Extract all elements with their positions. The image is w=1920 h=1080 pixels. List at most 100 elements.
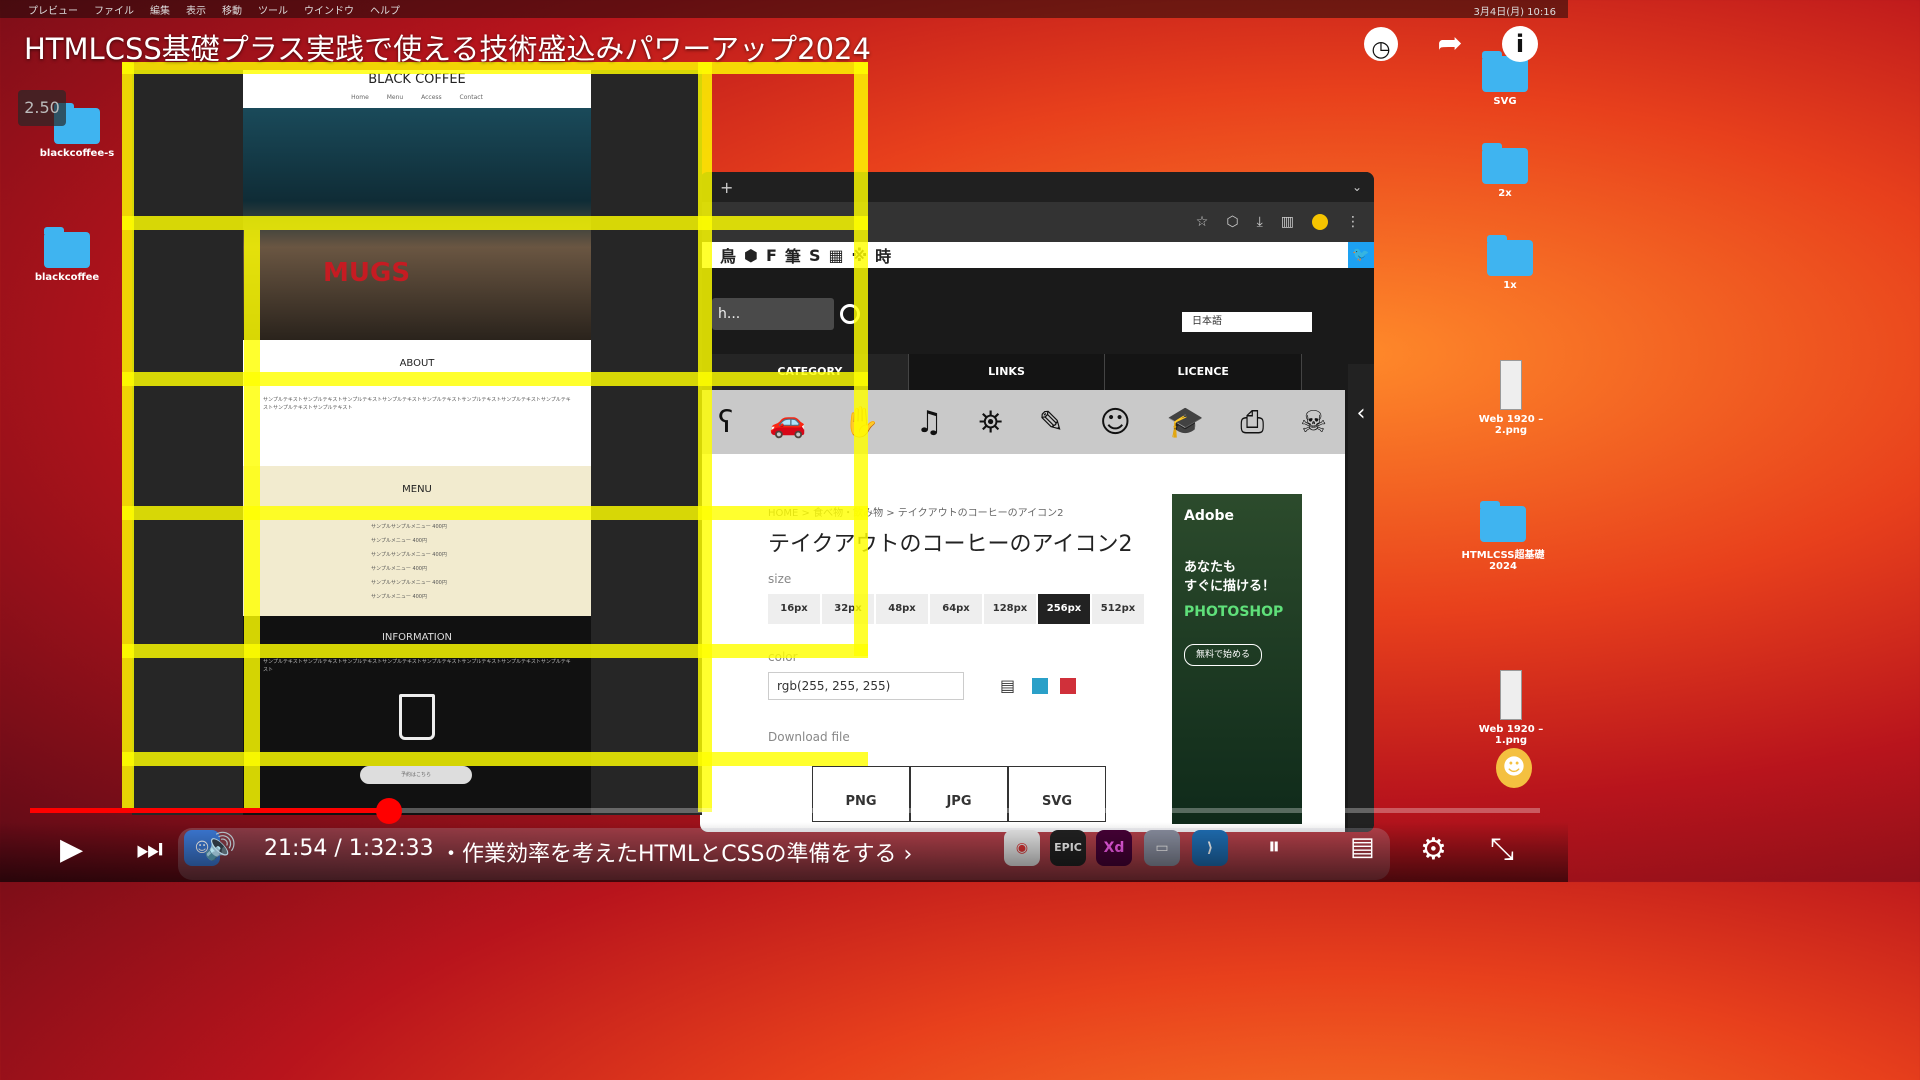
format-jpg[interactable]: JPG bbox=[910, 766, 1008, 822]
grid-line bbox=[122, 644, 868, 658]
menu-item[interactable]: 編集 bbox=[150, 2, 170, 17]
menu-item[interactable]: プレビュー bbox=[28, 2, 78, 17]
grid-line bbox=[698, 62, 712, 812]
grid-line bbox=[122, 372, 868, 386]
face-icon[interactable]: ☺ bbox=[1100, 405, 1131, 440]
lighthouse-icon[interactable]: ⛯ bbox=[979, 405, 1003, 440]
desktop-item-label: Web 1920 – 1.png bbox=[1478, 724, 1544, 746]
bookmark-icon[interactable]: ▦ bbox=[828, 246, 843, 265]
image-file-icon bbox=[1500, 360, 1522, 410]
video-progress-bar[interactable] bbox=[30, 798, 1540, 824]
profile-avatar[interactable] bbox=[1312, 214, 1328, 230]
new-tab-button[interactable]: + bbox=[720, 178, 733, 197]
printer-icon[interactable]: ⎙ bbox=[1240, 405, 1264, 440]
grid-line bbox=[122, 216, 868, 230]
progress-fill bbox=[30, 808, 390, 813]
desktop-folder[interactable]: blackcoffee bbox=[22, 227, 112, 283]
browser-window: + ⌄ ☆ ⬡ ⤓ ▥ ⋮ 鳥 ⬢ F 筆 S ▦ ※ 時 🐦 h... 日本語… bbox=[700, 172, 1374, 832]
sidepanel-icon[interactable]: ▥ bbox=[1281, 214, 1294, 230]
ad-banner[interactable]: Adobe あなたも すぐに描ける！ PHOTOSHOP 無料で始める bbox=[1172, 494, 1302, 824]
video-title: HTMLCSS基礎プラス実践で使える技術盛込みパワーアップ2024 bbox=[24, 32, 871, 66]
chevron-down-icon[interactable]: ⌄ bbox=[1352, 180, 1362, 194]
autoplay-toggle[interactable]: ⏸ bbox=[1268, 832, 1280, 860]
info-icon[interactable]: i bbox=[1502, 26, 1538, 62]
car-icon[interactable]: 🚗 bbox=[769, 405, 806, 440]
download-icon[interactable]: ⤓ bbox=[1257, 214, 1263, 230]
play-icon[interactable]: ▶ bbox=[60, 832, 83, 867]
twitter-icon[interactable]: 🐦 bbox=[1348, 242, 1374, 268]
menu-item[interactable]: ヘルプ bbox=[370, 2, 400, 17]
chapter-title[interactable]: ・作業効率を考えたHTMLとCSSの準備をする › bbox=[440, 836, 912, 868]
menu-item[interactable]: 表示 bbox=[186, 2, 206, 17]
palette-icon[interactable]: ▤ bbox=[1000, 676, 1015, 695]
coffee-cup-icon bbox=[399, 694, 435, 740]
color-swatch[interactable] bbox=[1032, 678, 1048, 694]
nav-licence[interactable]: LICENCE bbox=[1105, 354, 1303, 390]
color-input[interactable]: rgb(255, 255, 255) bbox=[768, 672, 964, 700]
mock-info-text: サンプルテキストサンプルテキストサンプルテキストサンプルテキストサンプルテキスト… bbox=[263, 659, 571, 673]
desktop-item-label: blackcoffee-s bbox=[39, 148, 115, 159]
size-option[interactable]: 64px bbox=[930, 594, 982, 624]
skull-icon[interactable]: ☠ bbox=[1300, 405, 1327, 440]
star-icon[interactable]: ☆ bbox=[1196, 214, 1209, 230]
bookmark-icon[interactable]: ⬢ bbox=[744, 246, 758, 265]
bookmark-icon[interactable]: F bbox=[766, 246, 777, 265]
folder-icon bbox=[44, 227, 90, 268]
size-option-selected[interactable]: 256px bbox=[1038, 594, 1090, 624]
desktop-file[interactable]: Web 1920 – 2.png bbox=[1466, 360, 1556, 436]
exit-fullscreen-icon[interactable]: ⤡ bbox=[1490, 832, 1514, 867]
size-option[interactable]: 128px bbox=[984, 594, 1036, 624]
bookmark-icon[interactable]: 筆 bbox=[785, 243, 801, 267]
menu-item[interactable]: ウインドウ bbox=[304, 2, 354, 17]
mock-menu-item: サンプルサンプルメニュー 400円 bbox=[371, 580, 447, 586]
subtitles-icon[interactable]: ▤ bbox=[1350, 832, 1375, 862]
grid-line bbox=[122, 752, 868, 766]
size-option[interactable]: 512px bbox=[1092, 594, 1144, 624]
kebab-menu-icon[interactable]: ⋮ bbox=[1346, 214, 1360, 230]
watch-later-icon[interactable]: ◷ bbox=[1364, 27, 1398, 62]
bookmark-icon[interactable]: 時 bbox=[875, 243, 891, 267]
size-option[interactable]: 16px bbox=[768, 594, 820, 624]
menu-item[interactable]: ツール bbox=[258, 2, 288, 17]
menu-item[interactable]: 移動 bbox=[222, 2, 242, 17]
chevron-left-icon[interactable]: ‹ bbox=[1348, 364, 1374, 832]
next-icon[interactable]: ⏭ bbox=[136, 832, 163, 867]
extensions-icon[interactable]: ⬡ bbox=[1226, 214, 1238, 230]
language-select[interactable]: 日本語 bbox=[1182, 312, 1312, 332]
mock-menu-item: サンプルメニュー 400円 bbox=[371, 538, 427, 544]
category-icon-row: ʕ 🚗 ✋ ♫ ⛯ ✎ ☺ 🎓 ⎙ ☠ bbox=[700, 390, 1345, 454]
size-option[interactable]: 48px bbox=[876, 594, 928, 624]
progress-knob[interactable] bbox=[376, 798, 403, 824]
desktop-item-label: 2x bbox=[1498, 188, 1512, 199]
graduation-cap-icon[interactable]: 🎓 bbox=[1167, 405, 1204, 440]
desktop-folder[interactable]: 1x bbox=[1465, 235, 1555, 291]
bookmark-icon[interactable]: 鳥 bbox=[720, 243, 736, 267]
settings-gear-icon[interactable]: ⚙ bbox=[1420, 832, 1447, 867]
desktop-item-label: blackcoffee bbox=[34, 272, 100, 283]
desktop-file[interactable]: Web 1920 – 1.png bbox=[1466, 670, 1556, 746]
page-title: テイクアウトのコーヒーのアイコン2 bbox=[768, 532, 1133, 557]
music-note-icon[interactable]: ♫ bbox=[916, 405, 943, 440]
pencil-icon[interactable]: ✎ bbox=[1039, 405, 1064, 440]
search-input[interactable]: h... bbox=[712, 298, 834, 330]
desktop-folder[interactable]: 2x bbox=[1460, 143, 1550, 199]
desktop-item-label: HTMLCSS超基礎 2024 bbox=[1461, 550, 1545, 572]
desktop-folder[interactable]: SVG bbox=[1460, 51, 1550, 107]
share-icon[interactable]: ➦ bbox=[1430, 24, 1470, 64]
desktop-folder[interactable]: HTMLCSS超基礎 2024 bbox=[1458, 501, 1548, 572]
mascot-icon[interactable]: ☻ bbox=[1496, 748, 1532, 788]
mock-nav: Home Menu Access Contact bbox=[351, 94, 483, 101]
ad-cta-button[interactable]: 無料で始める bbox=[1184, 644, 1262, 666]
color-swatch[interactable] bbox=[1060, 678, 1076, 694]
mock-mug-text: MUGS bbox=[323, 258, 411, 288]
volume-icon[interactable]: 🔊 bbox=[204, 832, 236, 862]
nav-links[interactable]: LINKS bbox=[908, 354, 1106, 390]
menu-item[interactable]: ファイル bbox=[94, 2, 134, 17]
ad-product: PHOTOSHOP bbox=[1184, 604, 1284, 620]
bear-icon[interactable]: ʕ bbox=[718, 405, 733, 440]
format-svg[interactable]: SVG bbox=[1008, 766, 1106, 822]
format-png[interactable]: PNG bbox=[812, 766, 910, 822]
mock-menu-heading: MENU bbox=[402, 484, 432, 495]
mock-about-heading: ABOUT bbox=[399, 358, 435, 369]
bookmark-icon[interactable]: S bbox=[809, 246, 821, 265]
